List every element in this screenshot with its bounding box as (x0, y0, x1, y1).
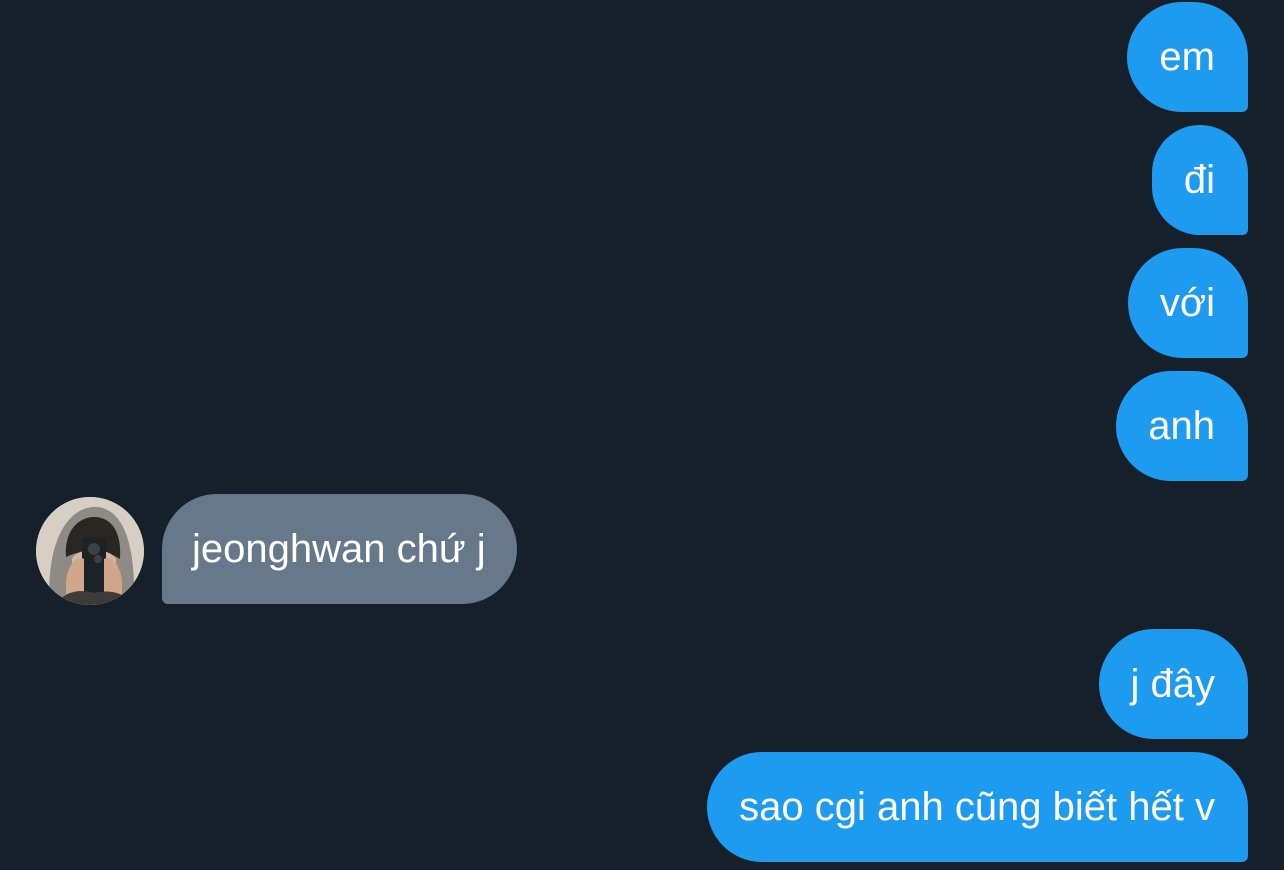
sent-message-bubble[interactable]: với (1127, 248, 1248, 358)
message-text: jeonghwan chứ j (192, 527, 486, 571)
message-text: j đây (1130, 662, 1216, 706)
message-text: anh (1148, 404, 1215, 448)
received-message-bubble[interactable]: jeonghwan chứ j (162, 494, 517, 604)
sent-message-bubble[interactable]: sao cgi anh cũng biết hết v (707, 752, 1248, 862)
sent-message-bubble[interactable]: đi (1151, 125, 1248, 235)
message-text: với (1159, 281, 1215, 325)
chat-thread: em đi với anh jeonghwan chứ j j đây sao … (0, 0, 1284, 870)
sent-message-bubble[interactable]: em (1127, 2, 1248, 112)
message-text: đi (1183, 158, 1215, 202)
avatar-photo-icon (36, 497, 144, 605)
sent-message-bubble[interactable]: j đây (1098, 629, 1248, 739)
sent-message-bubble[interactable]: anh (1116, 371, 1248, 481)
message-text: em (1159, 35, 1215, 79)
user-avatar[interactable] (36, 497, 144, 605)
message-text: sao cgi anh cũng biết hết v (739, 785, 1215, 829)
